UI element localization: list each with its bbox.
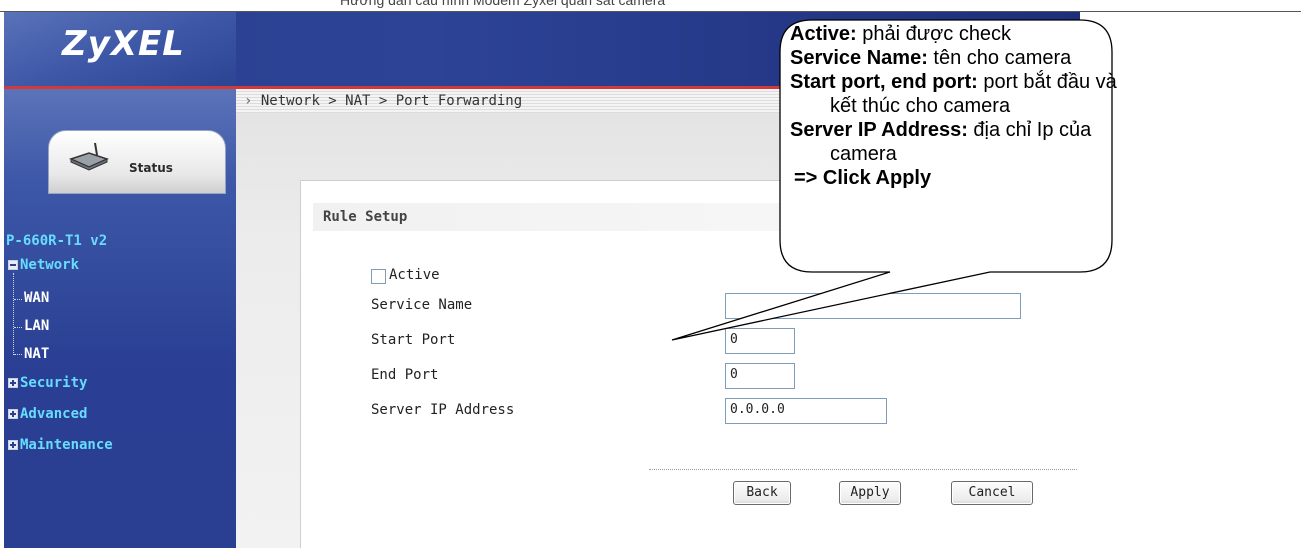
callout-line: camera xyxy=(830,143,897,165)
breadcrumb: › Network > NAT > Port Forwarding xyxy=(244,93,522,109)
apply-button[interactable]: Apply xyxy=(839,481,901,505)
sidebar-item-label: Network xyxy=(20,257,80,273)
minus-box-icon xyxy=(8,260,18,270)
page-header-caption: Hướng dẫn cấu hình Modem Zyxel quan sát … xyxy=(0,0,1301,12)
plus-box-icon xyxy=(8,409,18,419)
sidebar-item-security[interactable]: Security xyxy=(8,375,87,391)
plus-box-icon xyxy=(8,440,18,450)
back-button[interactable]: Back xyxy=(733,481,791,505)
tree-connector xyxy=(13,273,14,355)
active-label: Active xyxy=(389,267,440,283)
caption-text: Hướng dẫn cấu hình Modem Zyxel quan sát … xyxy=(340,0,666,8)
tree-branch xyxy=(14,299,22,300)
sidebar-item-advanced[interactable]: Advanced xyxy=(8,406,87,422)
status-tab-label: Status xyxy=(129,161,173,175)
sidebar: Status P-660R-T1 v2 Network WAN LAN NAT … xyxy=(4,89,236,548)
callout-line: Active: phải được check xyxy=(790,23,1012,45)
plus-box-icon xyxy=(8,378,18,388)
breadcrumb-text: Network > NAT > Port Forwarding xyxy=(260,93,523,109)
sidebar-item-nat[interactable]: NAT xyxy=(24,346,49,362)
start-port-label: Start Port xyxy=(371,332,456,348)
end-port-input[interactable]: 0 xyxy=(725,363,795,389)
sidebar-item-lan[interactable]: LAN xyxy=(24,318,49,334)
server-ip-label: Server IP Address xyxy=(371,402,515,418)
server-ip-input[interactable]: 0.0.0.0 xyxy=(725,398,887,424)
section-title: Rule Setup xyxy=(313,203,1063,231)
sidebar-item-label: Maintenance xyxy=(20,437,113,453)
cancel-button[interactable]: Cancel xyxy=(951,481,1033,505)
zyxel-logo: ZyXEL xyxy=(62,24,185,64)
sidebar-item-network[interactable]: Network xyxy=(8,257,79,273)
callout-line: Server IP Address: địa chỉ Ip của xyxy=(790,119,1092,141)
tree-branch xyxy=(14,327,22,328)
end-port-label: End Port xyxy=(371,367,439,383)
service-name-input[interactable] xyxy=(725,293,1021,319)
sidebar-item-label: Security xyxy=(20,375,88,391)
sidebar-item-label: Advanced xyxy=(20,406,88,422)
chevron-right-icon: › xyxy=(244,93,253,109)
service-name-label: Service Name xyxy=(371,297,473,313)
router-icon xyxy=(69,142,109,171)
status-tab[interactable]: Status xyxy=(48,130,226,194)
device-model: P-660R-T1 v2 xyxy=(6,233,108,249)
button-divider xyxy=(649,469,1077,470)
callout-line: Start port, end port: port bắt đầu và xyxy=(790,71,1117,93)
callout-line: kết thúc cho camera xyxy=(830,95,1011,117)
sidebar-item-wan[interactable]: WAN xyxy=(24,290,49,306)
active-checkbox[interactable] xyxy=(371,269,386,284)
start-port-input[interactable]: 0 xyxy=(725,328,795,354)
callout-line: Service Name: tên cho camera xyxy=(790,47,1072,69)
callout-text: Active: phải được check Service Name: tê… xyxy=(790,22,1117,190)
tree-branch xyxy=(14,354,22,355)
rule-setup-panel: Rule Setup Active Service Name Start Por… xyxy=(300,180,1080,548)
callout-line: => Click Apply xyxy=(794,167,932,189)
sidebar-item-maintenance[interactable]: Maintenance xyxy=(8,437,113,453)
